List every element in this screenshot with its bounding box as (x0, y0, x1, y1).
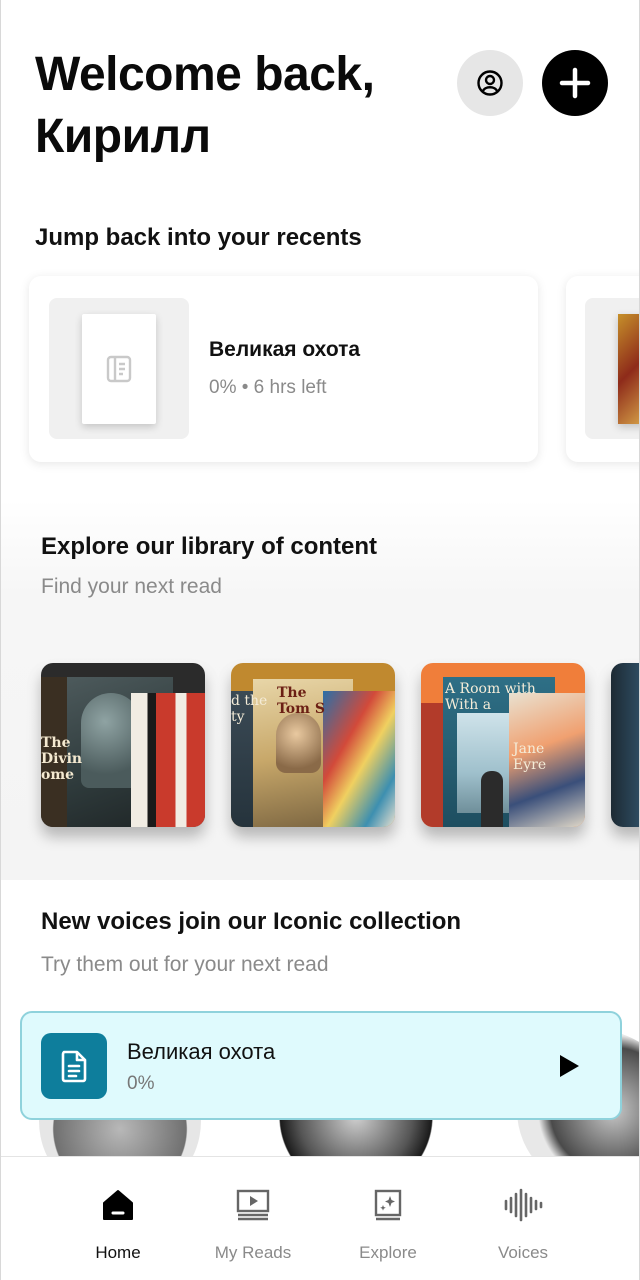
book-cover-art (618, 314, 639, 424)
voices-title: New voices join our Iconic collection (41, 908, 462, 935)
explore-icon (374, 1189, 402, 1221)
welcome-line-1: Welcome back, (35, 48, 375, 101)
nav-item-my-reads[interactable]: My Reads (193, 1157, 313, 1280)
voices-icon (504, 1188, 543, 1222)
play-button[interactable] (554, 1051, 584, 1081)
nav-label-explore: Explore (359, 1243, 417, 1262)
nav-item-voices[interactable]: Voices (463, 1157, 583, 1280)
my-reads-icon (236, 1189, 270, 1221)
profile-icon (477, 70, 503, 96)
add-content-button[interactable] (542, 50, 608, 116)
recent-item-progress: 0% • 6 hrs left (209, 377, 327, 398)
cover-art-stripes (131, 693, 205, 827)
now-playing-bar[interactable]: Великая охота 0% (20, 1011, 622, 1120)
cover-art-figure (481, 771, 503, 827)
nav-label-home: Home (95, 1243, 141, 1262)
recent-thumbnail (49, 298, 189, 439)
now-playing-progress: 0% (127, 1073, 155, 1094)
play-icon (560, 1055, 579, 1077)
bottom-nav: Home My Reads Explore Voices (1, 1156, 639, 1280)
welcome-heading: Welcome back, Кирилл (35, 44, 445, 168)
book-placeholder (82, 314, 156, 424)
now-playing-title: Великая охота (127, 1039, 276, 1064)
cover-art-horse (323, 691, 395, 827)
recent-thumbnail (585, 298, 639, 439)
document-icon (106, 355, 132, 383)
nav-item-explore[interactable]: Explore (328, 1157, 448, 1280)
recent-card-partial[interactable] (566, 276, 639, 462)
profile-button[interactable] (457, 50, 523, 116)
cover-text: The Divin ome (41, 735, 83, 783)
voices-subtitle: Try them out for your next read (41, 953, 329, 976)
library-cover-more[interactable] (611, 663, 639, 827)
home-screen: Welcome back, Кирилл Jump back into your… (0, 0, 640, 1280)
plus-icon (559, 67, 591, 99)
cover-side-text: d the ty (231, 693, 268, 725)
home-icon (103, 1190, 133, 1220)
explore-title: Explore our library of content (41, 533, 378, 560)
document-icon (61, 1050, 87, 1083)
now-playing-document (41, 1033, 107, 1099)
explore-subtitle: Find your next read (41, 575, 222, 598)
recent-card[interactable]: Великая охота 0% • 6 hrs left (29, 276, 538, 462)
cover-art-figure (276, 713, 321, 773)
recents-title: Jump back into your recents (35, 224, 362, 251)
cover-side-text: Jane Eyre (513, 741, 547, 773)
welcome-user-name: Кирилл (35, 110, 211, 163)
library-cover-tom-sawyer[interactable]: d the ty The Tom S (231, 663, 395, 827)
cover-text: A Room with With a (445, 681, 536, 713)
recent-item-title: Великая охота (209, 338, 361, 361)
nav-label-voices: Voices (497, 1243, 549, 1262)
nav-label-my-reads: My Reads (214, 1243, 292, 1262)
library-cover-divine-comedy[interactable]: The Divin ome (41, 663, 205, 827)
nav-item-home[interactable]: Home (58, 1157, 178, 1280)
cover-text: The Tom S (277, 685, 325, 717)
library-cover-room-with-a-view[interactable]: A Room with With a Jane Eyre (421, 663, 585, 827)
